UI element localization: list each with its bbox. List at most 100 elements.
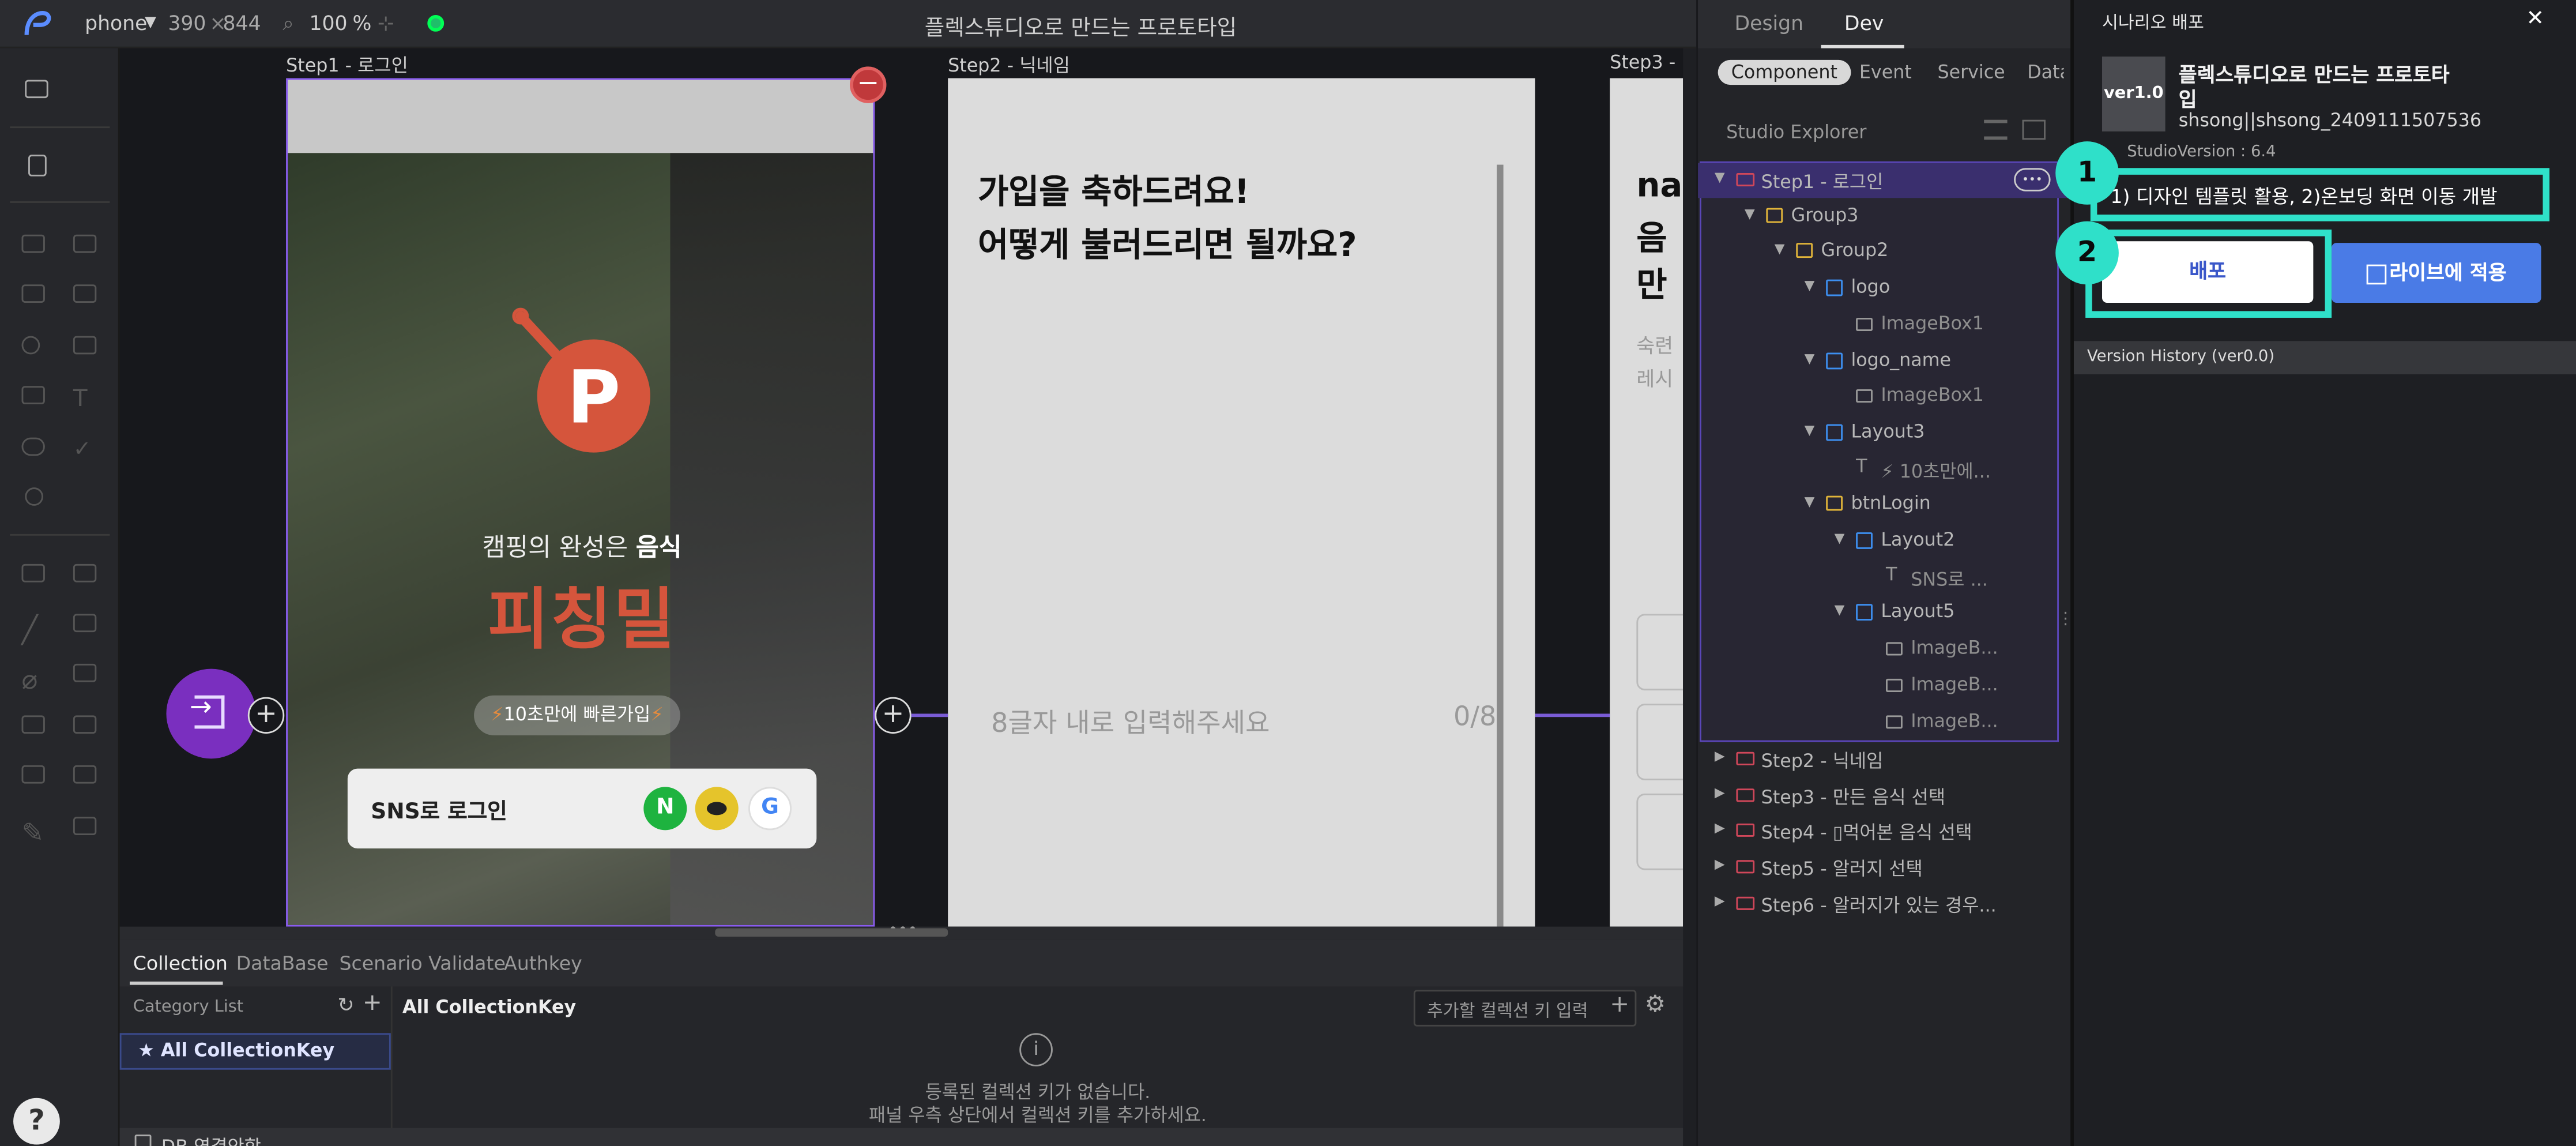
subtab-data[interactable]: Data [2027, 62, 2063, 83]
image-tool-icon[interactable] [73, 614, 97, 633]
canvas-hscroll[interactable] [715, 928, 948, 937]
caret-right-icon[interactable]: ▶ [1715, 857, 1725, 872]
caret-down-icon[interactable]: ▼ [1715, 170, 1725, 185]
text-tool-icon[interactable]: T [73, 386, 96, 412]
radio-tool-icon[interactable] [25, 487, 43, 506]
option-card[interactable] [1636, 704, 1684, 780]
start-step-node[interactable]: → [166, 668, 257, 759]
option-card[interactable] [1636, 793, 1684, 870]
folder-tool-icon[interactable] [73, 765, 97, 784]
video-tool-icon[interactable] [21, 715, 45, 734]
caret-down-icon[interactable]: ▼ [1835, 603, 1845, 618]
tab-collection[interactable]: Collection [133, 952, 228, 975]
search-tool-icon[interactable] [21, 336, 40, 355]
vertical-splitter-handle[interactable]: ⋮ [2057, 611, 2074, 642]
close-icon[interactable]: ✕ [2526, 7, 2544, 32]
caret-down-icon[interactable]: ▼ [1835, 531, 1845, 546]
add-key-icon[interactable]: + [1610, 991, 1629, 1018]
app-logo-icon[interactable] [20, 8, 54, 38]
grid-tool-icon[interactable] [21, 765, 45, 784]
expand-all-icon[interactable] [2022, 119, 2046, 140]
caret-down-icon[interactable]: ▼ [1805, 278, 1815, 293]
attach-tool-icon[interactable]: ⌀ [21, 664, 44, 696]
tree-item[interactable]: ▼ logo [1698, 271, 2072, 306]
pen-tool-icon[interactable]: ✎ [21, 817, 44, 848]
caret-right-icon[interactable]: ▶ [1715, 821, 1725, 836]
more-options-icon[interactable]: ••• [2014, 168, 2051, 191]
page-icon[interactable] [28, 155, 47, 176]
tree-item[interactable]: T SNS로 ... [1698, 560, 2072, 595]
upload-tool-icon[interactable] [73, 563, 97, 583]
tree-item[interactable]: ▼ Layout3 [1698, 416, 2072, 451]
tree-item[interactable]: ImageBox1 [1698, 380, 2072, 415]
caret-down-icon[interactable]: ▼ [1805, 495, 1815, 510]
fit-screen-icon[interactable]: ⊹ [378, 12, 394, 35]
deploy-note-input[interactable]: 1) 디자인 템플릿 활용, 2)온보딩 화면 이동 개발 [2090, 168, 2549, 221]
tab-database[interactable]: DataBase [236, 952, 329, 975]
help-button[interactable]: ? [13, 1098, 60, 1145]
caret-down-icon[interactable]: ▼ [1805, 350, 1815, 365]
button-tool-icon[interactable] [21, 437, 45, 456]
sns-login-card[interactable]: SNS로 로그인 N G [347, 768, 817, 849]
settings-gear-icon[interactable]: ⚙ [1645, 991, 1666, 1018]
option-card[interactable] [1636, 614, 1684, 691]
input-tool-icon[interactable] [73, 284, 97, 303]
tree-item[interactable]: ImageBox1 [1698, 307, 2072, 343]
tree-item[interactable]: ▼ Layout2 [1698, 524, 2072, 559]
nickname-input[interactable]: 8글자 내로 입력해주세요 0/8 [991, 697, 1500, 744]
tree-item[interactable]: ImageB... [1698, 705, 2072, 740]
db-status-text[interactable]: DB 연결안함 [161, 1133, 261, 1146]
google-login-button[interactable]: G [748, 787, 792, 831]
tree-item[interactable]: ▼ Layout5 [1698, 596, 2072, 632]
tree-item[interactable]: ▶ Step4 - ▯먹어본 음식 선택 [1698, 814, 2072, 850]
caret-down-icon[interactable]: ▼ [1745, 206, 1755, 221]
refresh-icon[interactable]: ↻ [338, 993, 355, 1016]
caret-right-icon[interactable]: ▶ [1715, 749, 1725, 764]
date-tool-icon[interactable] [73, 715, 97, 734]
deploy-button[interactable]: 배포 [2102, 241, 2314, 303]
device-height[interactable]: 844 [223, 12, 261, 35]
step3-screen[interactable]: na 음 만 숙련 레시 [1610, 78, 1684, 927]
edit-tool-icon[interactable] [73, 817, 97, 836]
add-category-icon[interactable]: + [363, 990, 382, 1016]
naver-login-button[interactable]: N [643, 787, 687, 831]
tree-item[interactable]: ImageB... [1698, 632, 2072, 667]
tree-item[interactable]: ▼ logo_name [1698, 344, 2072, 379]
apply-live-button[interactable]: 라이브에 적용 [2332, 243, 2541, 303]
add-step-button[interactable]: + [875, 697, 912, 734]
zoom-value[interactable]: 100 [310, 12, 348, 35]
device-width[interactable]: 390 [168, 12, 206, 35]
caret-right-icon[interactable]: ▶ [1715, 785, 1725, 800]
kakao-login-button[interactable] [695, 787, 739, 831]
step2-screen[interactable]: 가입을 축하드려요! 어떻게 불러드리면 될까요? 8글자 내로 입력해주세요 … [948, 78, 1535, 927]
design-canvas[interactable]: Step1 - 로그인 Step2 - 닉네임 Step3 - P 캠핑의 완성… [119, 48, 1684, 927]
add-step-button[interactable]: + [247, 697, 285, 734]
version-history-bar[interactable]: Version History (ver0.0) [2073, 341, 2576, 375]
remove-step-button[interactable]: − [849, 66, 887, 103]
tree-item[interactable]: ▼ Group2 [1698, 235, 2072, 270]
caret-right-icon[interactable]: ▶ [1715, 893, 1725, 908]
zoom-search-icon[interactable]: ⌕ [283, 12, 293, 36]
checkbox-tool-icon[interactable]: ✓ [73, 438, 96, 463]
gallery-tool-icon[interactable] [73, 663, 97, 682]
device-select[interactable]: phone [85, 12, 147, 35]
tab-authkey[interactable]: Authkey [504, 952, 582, 975]
tab-scenario-validate[interactable]: Scenario Validate [339, 952, 505, 975]
subtab-service[interactable]: Service [1937, 62, 2005, 83]
scrollbar[interactable] [1497, 164, 1504, 927]
text-input-tool-icon[interactable] [21, 284, 45, 303]
tree-item[interactable]: ▼ Group3 [1698, 199, 2072, 234]
tree-item[interactable]: ▶ Step6 - 알러지가 있는 경우... [1698, 886, 2072, 922]
tree-item[interactable]: ▼ Step1 - 로그인 ••• [1698, 163, 2073, 198]
table-tool-icon[interactable] [73, 336, 97, 355]
tab-dev[interactable]: Dev [1844, 12, 1884, 35]
layout-panel-icon[interactable] [25, 80, 48, 99]
tree-item[interactable]: T ⚡ 10초만에... [1698, 452, 2072, 487]
tree-item[interactable]: ▶ Step5 - 알러지 선택 [1698, 850, 2072, 885]
step1-screen[interactable]: P 캠핑의 완성은 음식 피칭밀 ⚡10초만에 빠른가입⚡ SNS로 로그인 N… [286, 78, 875, 927]
tree-item[interactable]: ImageB... [1698, 668, 2072, 704]
subtab-component[interactable]: Component [1718, 59, 1851, 85]
chevron-down-icon[interactable]: ▼ [145, 15, 156, 32]
collapse-all-icon[interactable] [1984, 119, 2008, 140]
tab-design[interactable]: Design [1735, 12, 1804, 35]
